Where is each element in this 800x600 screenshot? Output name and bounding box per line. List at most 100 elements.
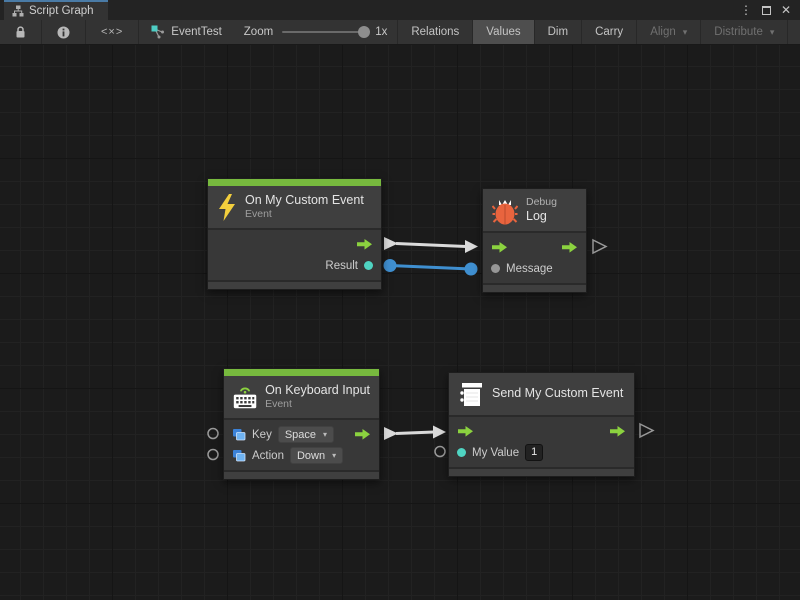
- carry-button[interactable]: Carry: [582, 20, 637, 44]
- distribute-label: Distribute: [714, 26, 763, 38]
- my-value-port[interactable]: [457, 448, 466, 457]
- lock-icon: [15, 26, 26, 39]
- close-icon[interactable]: ✕: [778, 2, 794, 18]
- node-on-keyboard-input[interactable]: On Keyboard Input Event Key Space ▾: [223, 368, 380, 480]
- key-row: Key Space ▾: [224, 424, 379, 445]
- tab-bar: Script Graph ⋮ ✕: [0, 0, 800, 20]
- flow-out-stub-debug-log[interactable]: [593, 240, 606, 253]
- node-titles: Debug Log: [526, 196, 557, 225]
- flow-row: [483, 237, 586, 258]
- tab-script-graph[interactable]: Script Graph: [4, 0, 108, 20]
- window-menu-icon[interactable]: ⋮: [738, 2, 754, 18]
- lightning-bolt-icon: [217, 194, 237, 221]
- action-label: Action: [252, 450, 284, 462]
- graph-tab-icon: [12, 5, 24, 17]
- chevron-down-icon: ▾: [770, 27, 775, 38]
- code-icon: <×>: [101, 26, 123, 38]
- node-body: Result: [208, 228, 381, 280]
- input-stub-key[interactable]: [208, 429, 218, 439]
- flow-output-port[interactable]: [561, 241, 578, 254]
- input-stub-my-value[interactable]: [435, 447, 445, 457]
- flow-output-port[interactable]: [609, 425, 626, 438]
- flow-connection-1[interactable]: [384, 237, 478, 253]
- node-send-my-custom-event[interactable]: Send My Custom Event My Value 1: [448, 372, 635, 477]
- my-value-row: My Value 1: [449, 442, 634, 463]
- script-graph-window: Script Graph ⋮ ✕ <×>: [0, 0, 800, 600]
- toolbar-toggles: Relations Values Dim Carry Align ▾ Distr…: [397, 20, 800, 44]
- zoom-level: 1x: [375, 26, 387, 38]
- node-header[interactable]: On My Custom Event Event: [208, 186, 381, 228]
- distribute-button: Distribute ▾: [701, 20, 788, 44]
- zoom-control: Zoom 1x: [234, 20, 398, 44]
- values-button[interactable]: Values: [473, 20, 534, 44]
- node-on-my-custom-event[interactable]: On My Custom Event Event Result: [207, 178, 382, 290]
- my-value-label: My Value: [472, 447, 519, 459]
- chevron-down-icon: ▾: [332, 451, 336, 460]
- align-button: Align ▾: [637, 20, 701, 44]
- input-stub-action[interactable]: [208, 450, 218, 460]
- action-dropdown[interactable]: Down ▾: [290, 447, 343, 464]
- message-port[interactable]: [491, 264, 500, 273]
- relations-label: Relations: [411, 26, 459, 38]
- flow-output-port[interactable]: [354, 428, 371, 441]
- node-body: My Value 1: [449, 415, 634, 467]
- node-body: Key Space ▾ Action D: [224, 418, 379, 470]
- node-debug-log[interactable]: Debug Log Message: [482, 188, 587, 293]
- value-output-row: Result: [208, 255, 381, 276]
- flow-row: [449, 421, 634, 442]
- flow-input-port[interactable]: [457, 425, 474, 438]
- flow-output-port[interactable]: [356, 238, 373, 251]
- node-pretitle: Debug: [526, 196, 557, 209]
- align-label: Align: [650, 26, 676, 38]
- dim-label: Dim: [548, 26, 568, 38]
- info-icon: [57, 26, 70, 39]
- graph-reference[interactable]: EventTest: [139, 20, 234, 44]
- node-titles: Send My Custom Event: [492, 386, 623, 402]
- node-titles: On My Custom Event Event: [245, 193, 364, 222]
- lock-button[interactable]: [0, 20, 42, 44]
- maximize-icon[interactable]: [758, 2, 774, 18]
- message-label: Message: [506, 263, 553, 275]
- event-accent-bar: [208, 179, 381, 186]
- zoom-slider[interactable]: [282, 31, 366, 33]
- value-connection[interactable]: [384, 259, 478, 276]
- dim-button[interactable]: Dim: [535, 20, 582, 44]
- edit-source-button[interactable]: <×>: [86, 20, 139, 44]
- script-machine-icon: [458, 381, 484, 408]
- info-button[interactable]: [42, 20, 86, 44]
- zoom-slider-knob[interactable]: [358, 26, 370, 38]
- flow-out-stub-send-event[interactable]: [640, 424, 653, 437]
- action-row: Action Down ▾: [224, 445, 379, 466]
- node-title: Log: [526, 209, 557, 225]
- bug-icon: [492, 196, 518, 225]
- node-title: On My Custom Event: [245, 193, 364, 209]
- maximize-box: [762, 6, 771, 15]
- key-dropdown-value: Space: [285, 429, 316, 441]
- graph-canvas[interactable]: On My Custom Event Event Result: [0, 45, 800, 600]
- node-titles: On Keyboard Input Event: [265, 383, 370, 412]
- node-footer: [483, 283, 586, 292]
- flow-input-port[interactable]: [491, 241, 508, 254]
- node-title: On Keyboard Input: [265, 383, 370, 399]
- node-header[interactable]: On Keyboard Input Event: [224, 376, 379, 418]
- graph-toolbar: <×> EventTest Zoom 1x Relations Values D…: [0, 20, 800, 45]
- node-header[interactable]: Send My Custom Event: [449, 373, 634, 415]
- key-dropdown[interactable]: Space ▾: [278, 426, 334, 443]
- overview-button[interactable]: Overview: [788, 20, 800, 44]
- graph-name: EventTest: [171, 26, 222, 38]
- event-accent-bar: [224, 369, 379, 376]
- flow-connection-2[interactable]: [384, 426, 446, 441]
- my-value-input[interactable]: 1: [525, 444, 543, 461]
- result-port[interactable]: [364, 261, 373, 270]
- node-header[interactable]: Debug Log: [483, 189, 586, 231]
- node-title: Send My Custom Event: [492, 386, 623, 402]
- relations-button[interactable]: Relations: [398, 20, 473, 44]
- graph-asset-icon: [151, 25, 165, 39]
- node-body: Message: [483, 231, 586, 283]
- object-variable-icon: [232, 449, 246, 462]
- node-footer: [449, 467, 634, 476]
- keyboard-icon: [233, 382, 257, 412]
- node-footer: [224, 470, 379, 479]
- chevron-down-icon: ▾: [683, 27, 688, 38]
- result-label: Result: [325, 260, 358, 272]
